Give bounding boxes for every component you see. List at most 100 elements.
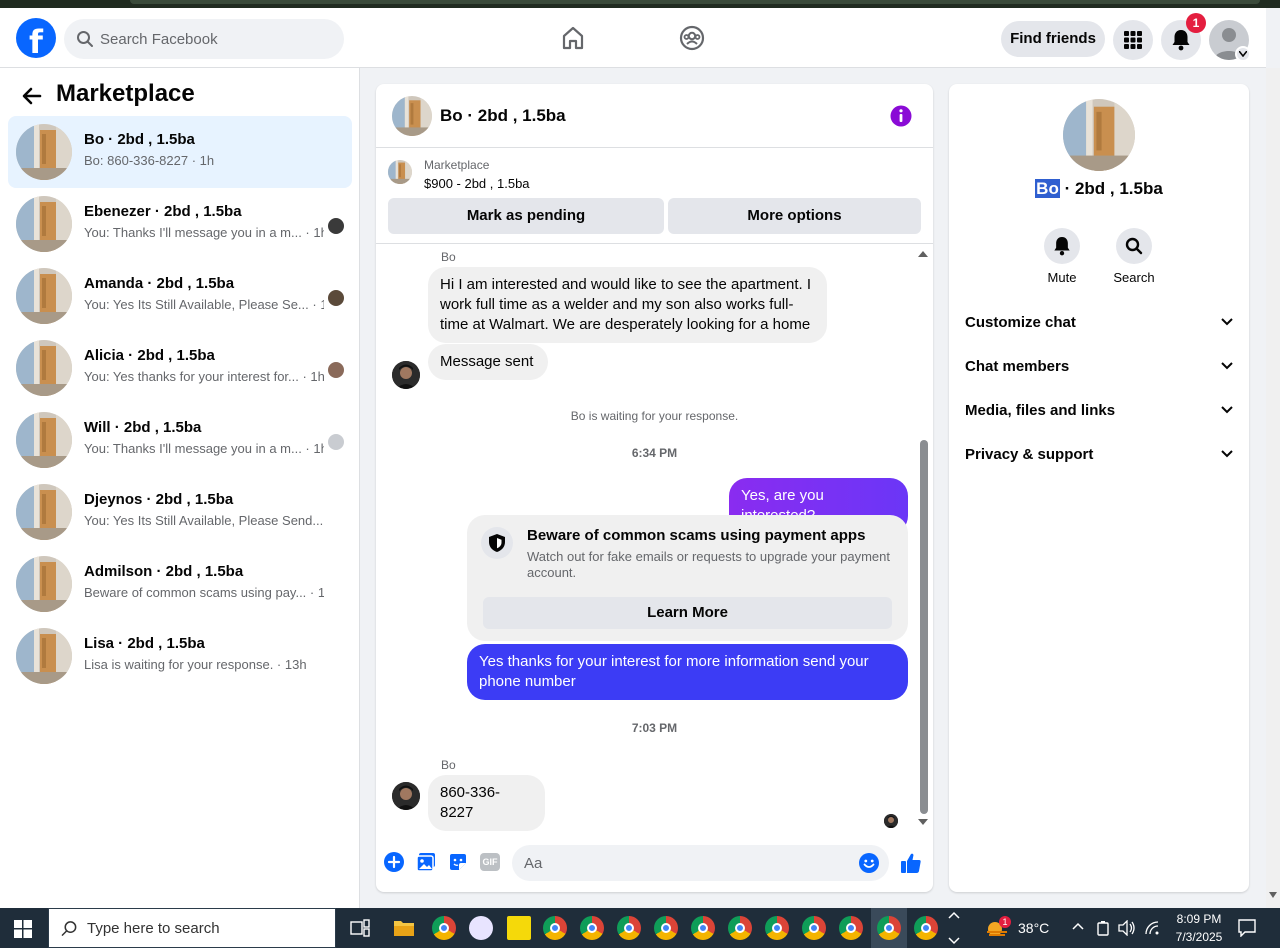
emoji-icon[interactable] bbox=[859, 853, 879, 873]
find-friends-button[interactable]: Find friends bbox=[1001, 21, 1105, 57]
search-input[interactable] bbox=[100, 19, 330, 59]
speaker-icon[interactable] bbox=[1118, 920, 1136, 936]
sticker-icon[interactable] bbox=[448, 852, 468, 872]
details-section[interactable]: Customize chat bbox=[965, 314, 1235, 338]
message-input-box[interactable] bbox=[512, 845, 889, 881]
tray-expand-icon[interactable] bbox=[1072, 922, 1084, 930]
listing-small-thumbnail[interactable] bbox=[388, 160, 412, 184]
facebook-logo-icon[interactable]: f bbox=[16, 18, 56, 58]
scam-warning-card: Beware of common scams using payment app… bbox=[467, 515, 908, 641]
paint-app-icon[interactable] bbox=[469, 916, 493, 940]
photo-icon[interactable] bbox=[416, 852, 436, 872]
chrome-profile-icon[interactable] bbox=[802, 916, 826, 940]
conversation-item[interactable]: Will · 2bd , 1.5ba You: Thanks I'll messa… bbox=[8, 404, 352, 476]
conversation-name: Bo · 2bd , 1.5ba bbox=[84, 131, 195, 148]
plus-circle-icon[interactable] bbox=[384, 852, 404, 872]
chrome-profile-icon[interactable] bbox=[691, 916, 715, 940]
details-section[interactable]: Media, files and links bbox=[965, 402, 1235, 426]
sticky-notes-icon[interactable] bbox=[507, 916, 531, 940]
conversation-name: Alicia · 2bd , 1.5ba bbox=[84, 347, 215, 364]
taskbar-search-input[interactable] bbox=[87, 909, 327, 947]
gif-icon[interactable]: GIF bbox=[480, 853, 500, 871]
seen-indicator-avatar bbox=[884, 814, 898, 828]
chrome-profile-icon[interactable] bbox=[877, 916, 901, 940]
battery-icon[interactable] bbox=[1096, 920, 1110, 936]
chat-title[interactable]: Bo · 2bd , 1.5ba bbox=[440, 106, 566, 126]
message-thread: Bo Hi I am interested and would like to … bbox=[376, 244, 933, 836]
message-input[interactable] bbox=[524, 845, 854, 881]
outgoing-message[interactable]: Yes thanks for your interest for more in… bbox=[467, 644, 908, 700]
mute-button[interactable] bbox=[1044, 228, 1080, 264]
groups-icon[interactable] bbox=[679, 25, 705, 51]
info-icon[interactable] bbox=[890, 105, 912, 127]
file-explorer-icon[interactable] bbox=[393, 918, 415, 938]
search-box[interactable] bbox=[64, 19, 344, 59]
conversation-item[interactable]: Ebenezer · 2bd , 1.5ba You: Thanks I'll m… bbox=[8, 188, 352, 260]
section-label: Media, files and links bbox=[965, 402, 1116, 419]
taskbar-search-box[interactable] bbox=[48, 908, 336, 948]
conversation-name: Amanda · 2bd , 1.5ba bbox=[84, 275, 235, 292]
chat-scrollbar-thumb[interactable] bbox=[920, 440, 928, 814]
scroll-up-icon[interactable] bbox=[918, 250, 928, 258]
taskbar-scroll-down-icon[interactable] bbox=[948, 937, 960, 945]
mark-as-pending-button[interactable]: Mark as pending bbox=[388, 198, 664, 234]
read-receipt-avatar bbox=[328, 218, 344, 234]
conversation-item[interactable]: Bo · 2bd , 1.5ba Bo: 860-336-8227 · 1h bbox=[8, 116, 352, 188]
conversation-item[interactable]: Admilson · 2bd , 1.5ba Beware of common s… bbox=[8, 548, 352, 620]
details-section[interactable]: Privacy & support bbox=[965, 446, 1235, 470]
details-section[interactable]: Chat members bbox=[965, 358, 1235, 382]
chrome-profile-icon[interactable] bbox=[914, 916, 938, 940]
home-icon[interactable] bbox=[560, 25, 586, 51]
chrome-profile-icon[interactable] bbox=[654, 916, 678, 940]
mute-action[interactable]: Mute bbox=[1032, 228, 1092, 285]
details-title: Bo · 2bd , 1.5ba bbox=[949, 179, 1249, 199]
incoming-message[interactable]: 860-336-8227 bbox=[428, 775, 545, 831]
window-scrollbar[interactable] bbox=[1266, 68, 1280, 908]
mute-label: Mute bbox=[1047, 270, 1077, 285]
chrome-profile-icon[interactable] bbox=[839, 916, 863, 940]
wifi-icon[interactable] bbox=[1144, 920, 1160, 936]
chrome-profile-icon[interactable] bbox=[728, 916, 752, 940]
menu-button[interactable] bbox=[1113, 20, 1153, 60]
clock-date[interactable]: 7/3/2025 bbox=[1170, 930, 1228, 944]
sender-name: Bo bbox=[441, 758, 456, 772]
task-view-icon[interactable] bbox=[350, 919, 370, 937]
incoming-message[interactable]: Message sent bbox=[428, 344, 548, 380]
learn-more-button[interactable]: Learn More bbox=[483, 597, 892, 629]
listing-thumbnail bbox=[16, 412, 72, 468]
scroll-down-icon[interactable] bbox=[1269, 892, 1277, 898]
listing-photo[interactable] bbox=[1063, 99, 1135, 171]
thumbs-up-icon[interactable] bbox=[900, 852, 922, 874]
sender-avatar[interactable] bbox=[392, 782, 420, 810]
search-action[interactable]: Search bbox=[1104, 228, 1164, 285]
scroll-down-icon[interactable] bbox=[918, 818, 928, 826]
chrome-profile-icon[interactable] bbox=[543, 916, 567, 940]
browser-tab[interactable] bbox=[130, 0, 1260, 4]
conversation-item[interactable]: Amanda · 2bd , 1.5ba You: Yes Its Still A… bbox=[8, 260, 352, 332]
listing-price[interactable]: $900 - 2bd , 1.5ba bbox=[424, 176, 530, 191]
conversation-item[interactable]: Djeynos · 2bd , 1.5ba You: Yes Its Still … bbox=[8, 476, 352, 548]
account-caret-icon[interactable] bbox=[1235, 46, 1251, 62]
chrome-profile-icon[interactable] bbox=[432, 916, 456, 940]
sender-avatar[interactable] bbox=[392, 361, 420, 389]
back-arrow-icon[interactable] bbox=[20, 84, 44, 108]
incoming-message[interactable]: Hi I am interested and would like to see… bbox=[428, 267, 827, 343]
apps-grid-icon bbox=[1124, 31, 1142, 49]
marketplace-listing-strip: Marketplace $900 - 2bd , 1.5ba Mark as p… bbox=[376, 148, 933, 244]
temperature[interactable]: 38°C bbox=[1018, 920, 1049, 936]
taskbar-scroll-up-icon[interactable] bbox=[948, 911, 960, 919]
section-label: Customize chat bbox=[965, 314, 1076, 331]
search-conversation-button[interactable] bbox=[1116, 228, 1152, 264]
chrome-profile-icon[interactable] bbox=[765, 916, 789, 940]
chrome-profile-icon[interactable] bbox=[617, 916, 641, 940]
more-options-button[interactable]: More options bbox=[668, 198, 921, 234]
listing-thumbnail[interactable] bbox=[392, 96, 432, 136]
windows-start-icon[interactable] bbox=[14, 920, 32, 938]
conversation-details-panel: Bo · 2bd , 1.5ba Mute Search Customize c… bbox=[949, 84, 1249, 892]
chrome-profile-icon[interactable] bbox=[580, 916, 604, 940]
conversation-item[interactable]: Lisa · 2bd , 1.5ba Lisa is waiting for yo… bbox=[8, 620, 352, 692]
section-label: Chat members bbox=[965, 358, 1070, 375]
notification-center-icon[interactable] bbox=[1238, 919, 1256, 937]
clock-time[interactable]: 8:09 PM bbox=[1170, 912, 1228, 926]
conversation-item[interactable]: Alicia · 2bd , 1.5ba You: Yes thanks for … bbox=[8, 332, 352, 404]
